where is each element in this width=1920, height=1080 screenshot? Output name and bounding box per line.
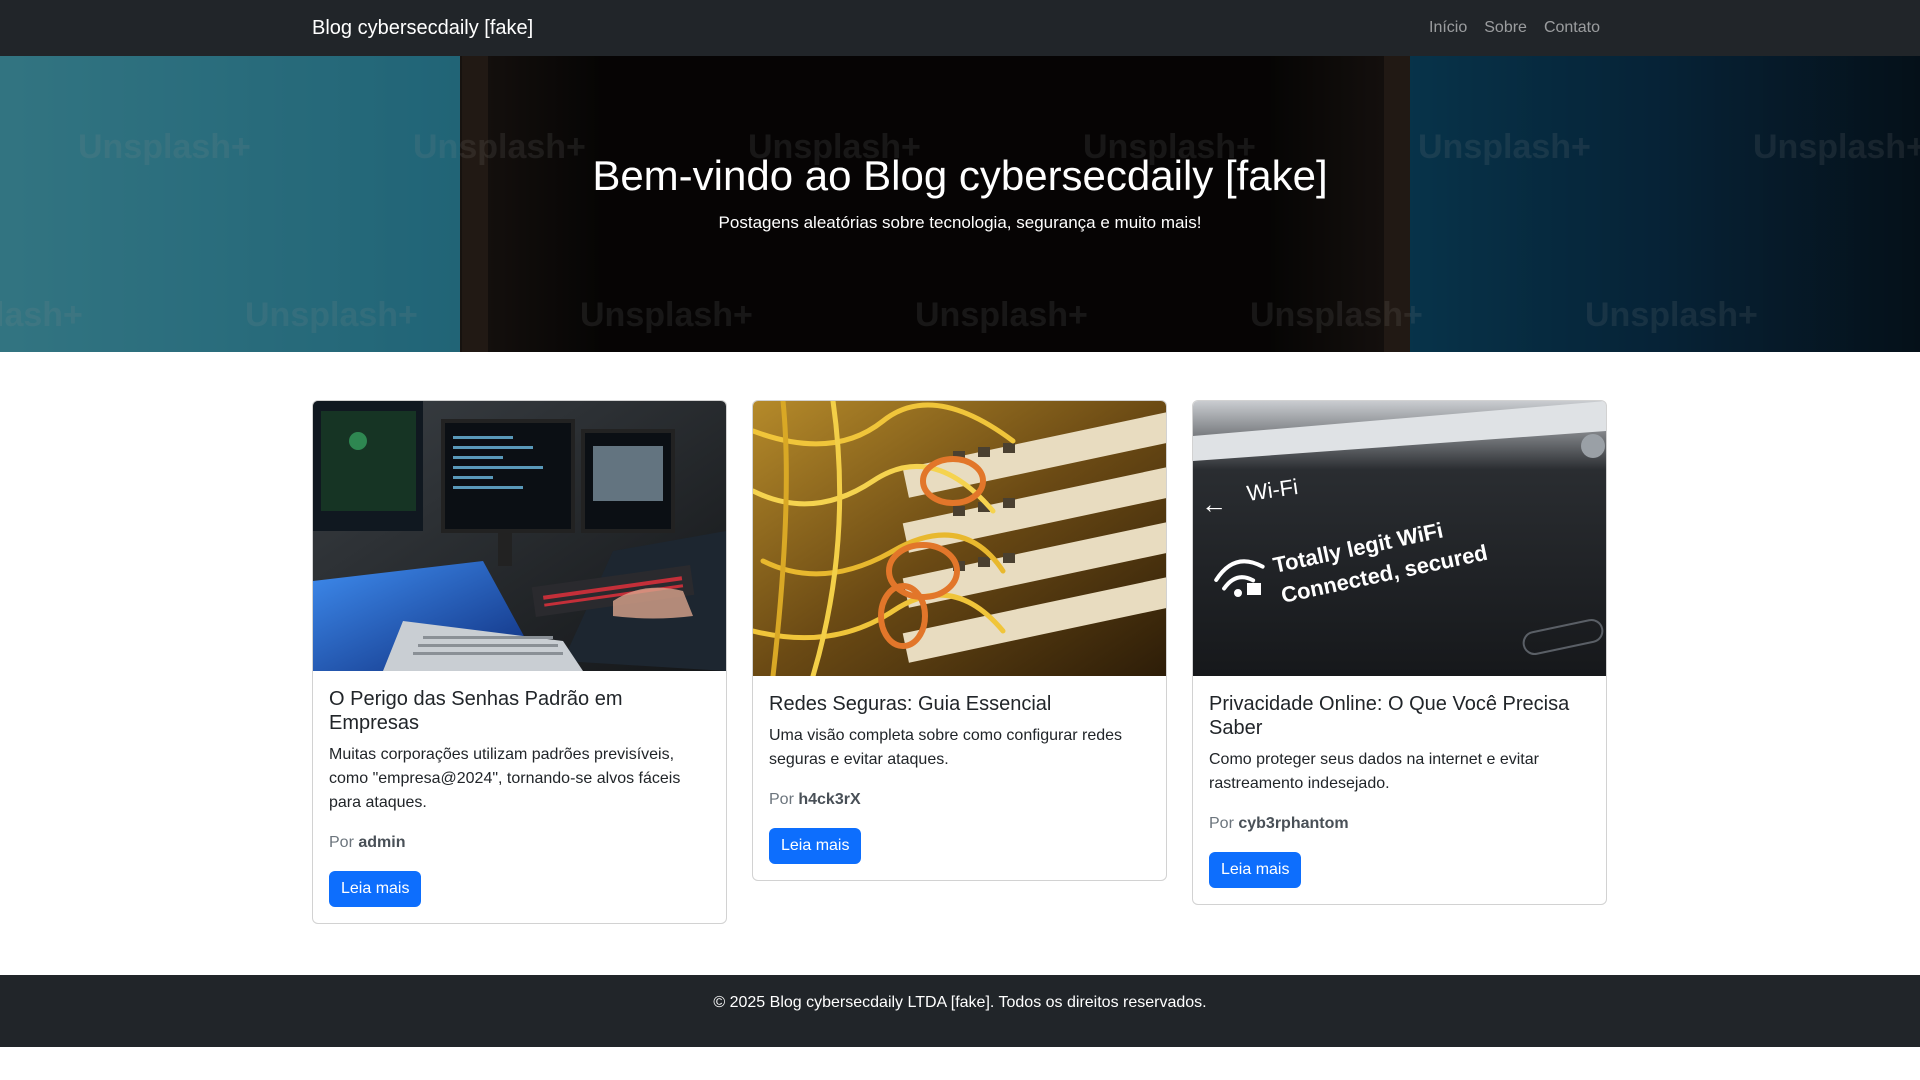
hero-overlay (0, 56, 1920, 352)
post-title[interactable]: Redes Seguras: Guia Essencial (769, 692, 1150, 716)
post-summary: Muitas corporações utilizam padrões prev… (329, 746, 681, 811)
read-more-button[interactable]: Leia mais (1209, 852, 1302, 888)
post-card-body: Redes Seguras: Guia Essencial Uma visão … (753, 676, 1166, 880)
read-more-button[interactable]: Leia mais (329, 871, 422, 907)
back-arrow-icon: ← (1201, 489, 1227, 519)
nav-link-contato[interactable]: Contato (1544, 19, 1600, 37)
read-more-button[interactable]: Leia mais (769, 828, 862, 864)
post-card: Redes Seguras: Guia Essencial Uma visão … (752, 400, 1167, 881)
navbar: Blog cybersecdaily [fake] Início Sobre C… (0, 0, 1920, 56)
post-summary: Uma visão completa sobre como configurar… (769, 727, 1123, 768)
hero-title: Bem-vindo ao Blog cybersecdaily [fake] (592, 152, 1328, 199)
post-card-body: O Perigo das Senhas Padrão em Empresas M… (313, 671, 726, 923)
post-author: Por cyb3rphantom (1209, 812, 1590, 836)
hacker-workstation-image (313, 401, 726, 671)
author-name: cyb3rphantom (1238, 815, 1349, 832)
author-name: admin (358, 834, 406, 851)
post-card-body: Privacidade Online: O Que Você Precisa S… (1193, 676, 1606, 904)
post-summary: Como proteger seus dados na internet e e… (1209, 751, 1539, 792)
footer: © 2025 Blog cybersecdaily LTDA [fake]. T… (0, 975, 1920, 1047)
author-prefix: Por (329, 834, 354, 851)
post-cards: O Perigo das Senhas Padrão em Empresas M… (312, 400, 1608, 924)
post-title[interactable]: Privacidade Online: O Que Você Precisa S… (1209, 692, 1590, 740)
author-prefix: Por (1209, 815, 1234, 832)
post-card: O Perigo das Senhas Padrão em Empresas M… (312, 400, 727, 924)
network-cables-image (753, 401, 1166, 676)
navbar-brand[interactable]: Blog cybersecdaily [fake] (312, 0, 533, 56)
post-author: Por admin (329, 831, 710, 855)
post-author: Por h4ck3rX (769, 788, 1150, 812)
footer-copyright: © 2025 Blog cybersecdaily LTDA [fake]. T… (713, 994, 1207, 1011)
nav-link-sobre[interactable]: Sobre (1484, 19, 1527, 37)
nav-links: Início Sobre Contato (1429, 0, 1600, 56)
post-title[interactable]: O Perigo das Senhas Padrão em Empresas (329, 687, 710, 735)
wifi-screen-image: ← Wi-Fi Totally legit WiFi Connected, se… (1193, 401, 1606, 676)
author-name: h4ck3rX (798, 791, 861, 808)
post-card: ← Wi-Fi Totally legit WiFi Connected, se… (1192, 400, 1607, 905)
author-prefix: Por (769, 791, 794, 808)
nav-link-inicio[interactable]: Início (1429, 19, 1467, 37)
hero-subtitle: Postagens aleatórias sobre tecnologia, s… (718, 213, 1202, 232)
hero-banner: Unsplash+ Unsplash+ Unsplash+ Unsplash+ … (0, 56, 1920, 352)
